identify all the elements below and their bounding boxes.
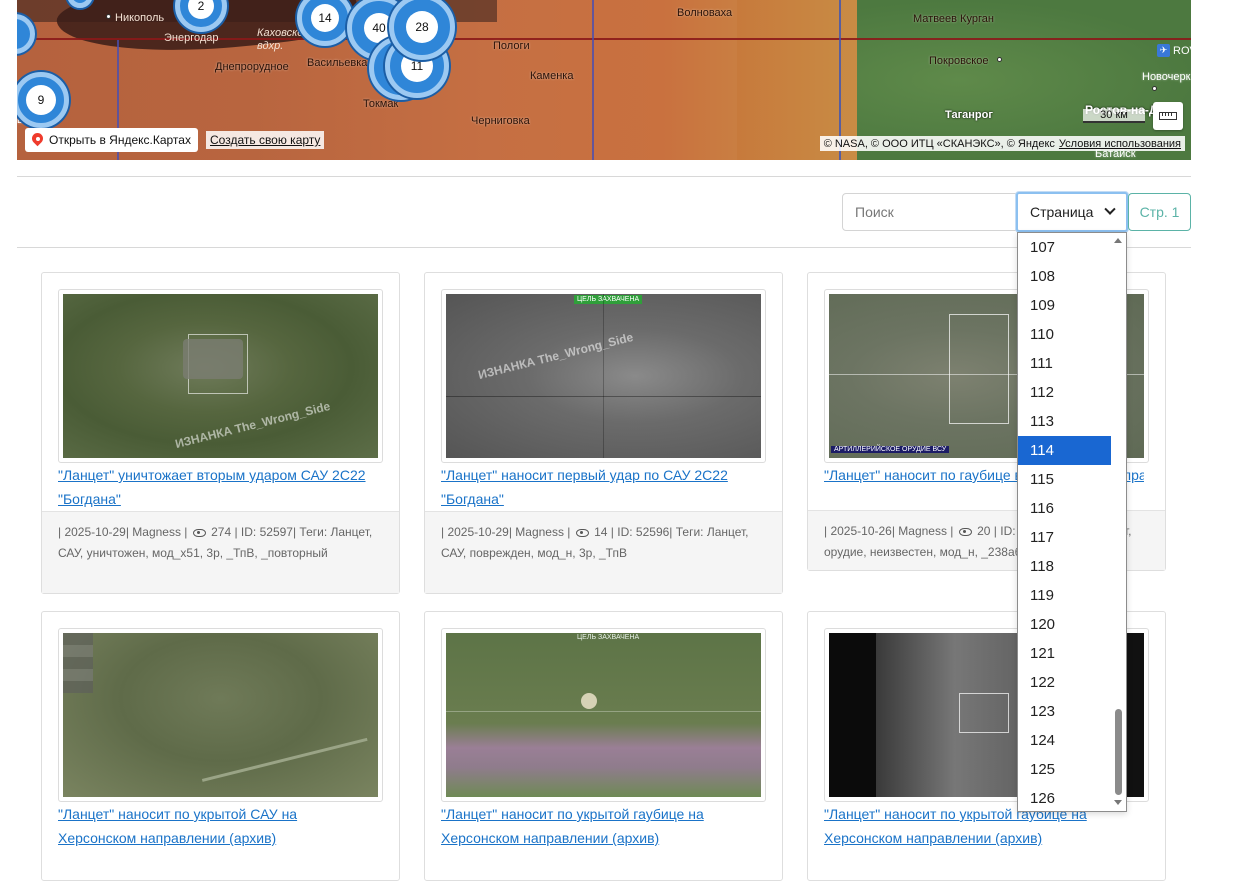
chevron-down-icon xyxy=(1104,203,1116,215)
video-card: ИЗНАНКА The_Wrong_Side "Ланцет" уничтожа… xyxy=(41,272,400,594)
hud-label: ЦЕЛЬ ЗАХВАЧЕНА xyxy=(577,634,640,641)
eye-icon xyxy=(575,528,589,537)
video-thumbnail[interactable]: ЦЕЛЬ ЗАХВАЧЕНА xyxy=(441,628,766,802)
impact-flash xyxy=(581,693,597,709)
page-option[interactable]: 107 xyxy=(1018,233,1112,262)
page-option[interactable]: 118 xyxy=(1018,552,1112,581)
video-meta: | 2025-10-29| Magness | 14 | ID: 52596| … xyxy=(425,511,782,593)
search-input[interactable] xyxy=(842,193,1016,231)
hud-label: АРТИЛЛЕРИЙСКОЕ ОРУДИЕ ВСУ xyxy=(831,446,950,453)
pixelated-area xyxy=(63,633,93,693)
city-dot xyxy=(1152,86,1157,91)
hud-label: ЦЕЛЬ ЗАХВАЧЕНА xyxy=(574,295,643,304)
map-label: Покровское xyxy=(929,55,989,67)
map-label: Пологи xyxy=(493,40,530,52)
cluster-marker[interactable]: 9 xyxy=(17,72,69,128)
watermark: ИЗНАНКА The_Wrong_Side xyxy=(476,329,635,383)
divider xyxy=(17,247,1191,248)
page-option[interactable]: 125 xyxy=(1018,755,1112,784)
page-dropdown[interactable]: 107 108 109 110 111 112 113 114 115 116 117 118 119 1… xyxy=(1017,232,1127,812)
map-label: Васильевка xyxy=(307,57,368,69)
page-option[interactable]: 124 xyxy=(1018,726,1112,755)
page-options: 107 108 109 110 111 112 113 114 115 116 117 118 119 1… xyxy=(1018,233,1126,811)
video-title-link[interactable]: "Ланцет" уничтожает вторым ударом САУ 2С… xyxy=(58,463,378,511)
open-in-yandex-button[interactable]: Открыть в Яндекс.Картах xyxy=(25,128,198,152)
hud-line xyxy=(603,294,604,458)
page-option[interactable]: 122 xyxy=(1018,668,1112,697)
divider xyxy=(17,176,1191,177)
airplane-icon: ✈ xyxy=(1157,44,1170,57)
map-label: Волноваха xyxy=(677,7,733,19)
video-title-link[interactable]: "Ланцет" наносит по укрытой гаубице на Х… xyxy=(441,802,761,850)
video-thumbnail[interactable] xyxy=(58,628,383,802)
video-meta: | 2025-10-29| Magness | 274 | ID: 52597|… xyxy=(42,511,399,593)
dropdown-scrollbar[interactable] xyxy=(1111,233,1126,811)
map-label: Каменка xyxy=(530,70,574,82)
page-option[interactable]: 108 xyxy=(1018,262,1112,291)
page-option[interactable]: 119 xyxy=(1018,581,1112,610)
target-box xyxy=(949,314,1009,424)
scroll-down-icon[interactable] xyxy=(1114,800,1122,805)
terms-link[interactable]: Условия использования xyxy=(1059,138,1181,150)
page-option[interactable]: 121 xyxy=(1018,639,1112,668)
map-pin-icon xyxy=(32,133,43,147)
city-dot xyxy=(997,57,1002,62)
road xyxy=(201,737,375,797)
map-label: Токмак xyxy=(363,98,399,110)
page-option[interactable]: 111 xyxy=(1018,349,1112,378)
watermark: ИЗНАНКА The_Wrong_Side xyxy=(173,398,332,452)
page-option[interactable]: 112 xyxy=(1018,378,1112,407)
ruler-icon xyxy=(1159,112,1177,120)
map-label: Днепрорудное xyxy=(215,61,289,73)
video-thumbnail[interactable]: ЦЕЛЬ ЗАХВАЧЕНА ИЗНАНКА The_Wrong_Side xyxy=(441,289,766,463)
page-option[interactable]: 114 xyxy=(1018,436,1112,465)
eye-icon xyxy=(192,528,206,537)
map-label: Черниговка xyxy=(471,115,530,127)
region-border xyxy=(592,0,594,160)
eye-icon xyxy=(958,527,972,536)
page-option[interactable]: 113 xyxy=(1018,407,1112,436)
map-label: Новочерк xyxy=(1142,71,1191,83)
scroll-up-icon[interactable] xyxy=(1114,238,1122,243)
page-option[interactable]: 117 xyxy=(1018,523,1112,552)
video-card: ЦЕЛЬ ЗАХВАЧЕНА ИЗНАНКА The_Wrong_Side "Л… xyxy=(424,272,783,594)
video-card: "Ланцет" наносит по укрытой САУ на Херсо… xyxy=(41,611,400,881)
map-label: Энергодар xyxy=(164,32,219,44)
ruler-button[interactable] xyxy=(1153,102,1183,130)
map-label: Матвеев Курган xyxy=(913,13,994,25)
scroll-thumb[interactable] xyxy=(1115,709,1122,795)
page-button[interactable]: Стр. 1 xyxy=(1128,193,1191,231)
hud-line xyxy=(446,711,761,712)
map-label: Никополь xyxy=(115,12,165,24)
map[interactable]: Никополь Энергодар Каховское вдхр. Днепр… xyxy=(17,0,1191,160)
page-option[interactable]: 116 xyxy=(1018,494,1112,523)
video-title-link[interactable]: "Ланцет" наносит по укрытой САУ на Херсо… xyxy=(58,802,378,850)
airport-marker[interactable]: ✈ ROV xyxy=(1157,44,1191,57)
video-thumbnail[interactable]: ИЗНАНКА The_Wrong_Side xyxy=(58,289,383,463)
video-title-link[interactable]: "Ланцет" наносит первый удар по САУ 2С22… xyxy=(441,463,761,511)
page-option[interactable]: 126 xyxy=(1018,784,1112,811)
page-option[interactable]: 110 xyxy=(1018,320,1112,349)
page-select[interactable]: Страница xyxy=(1016,192,1128,232)
page-option[interactable]: 115 xyxy=(1018,465,1112,494)
map-label: Таганрог xyxy=(945,109,993,121)
page-option[interactable]: 120 xyxy=(1018,610,1112,639)
vehicle-shape xyxy=(183,339,243,379)
page-option[interactable]: 123 xyxy=(1018,697,1112,726)
video-card: ЦЕЛЬ ЗАХВАЧЕНА "Ланцет" наносит по укрыт… xyxy=(424,611,783,881)
map-scale: 30 км xyxy=(1083,109,1145,123)
target-box xyxy=(959,693,1009,733)
create-map-link[interactable]: Создать свою карту xyxy=(206,131,325,149)
page-option[interactable]: 109 xyxy=(1018,291,1112,320)
city-dot xyxy=(106,14,111,19)
map-copyright: © NASA, © ООО ИТЦ «СКАНЭКС», © Яндекс Ус… xyxy=(819,136,1185,151)
